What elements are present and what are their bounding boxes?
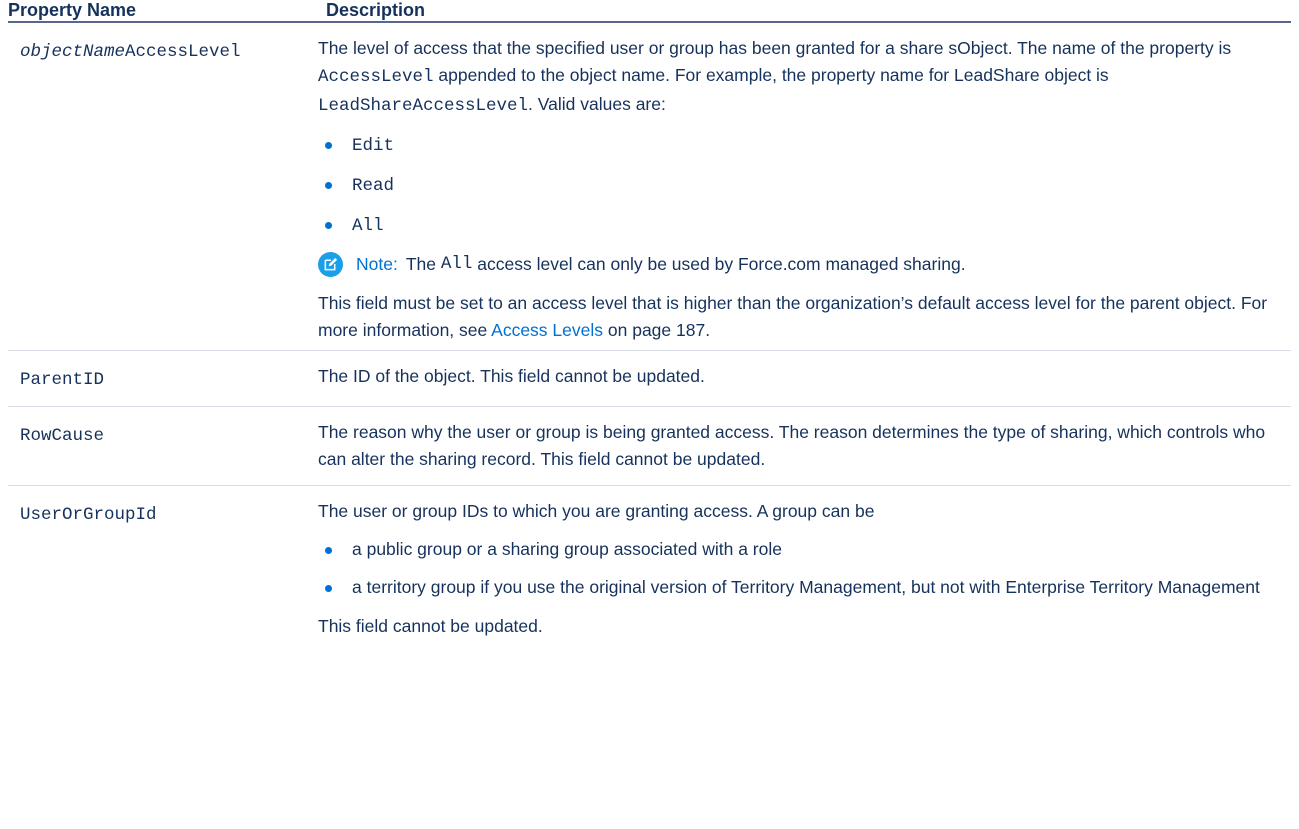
inline-code: LeadShareAccessLevel [318,96,529,116]
desc-text: The level of access that the specified u… [318,38,1232,58]
header-property-name: Property Name [8,0,312,23]
property-name: ParentID [20,370,105,390]
property-name: RowCause [20,426,105,446]
description-cell: The user or group IDs to which you are g… [312,486,1291,653]
table-header-row: Property Name Description [8,0,1291,23]
desc-text: . Valid values are: [528,94,666,114]
value-code: All [352,216,384,236]
description-paragraph: The level of access that the specified u… [318,35,1291,120]
value-code: Read [352,176,395,196]
description-cell: The ID of the object. This field cannot … [312,350,1291,407]
table-row: RowCause The reason why the user or grou… [8,406,1291,486]
property-name-cell: objectNameAccessLevel [8,22,312,351]
property-name: UserOrGroupId [20,505,157,525]
property-name-cell: RowCause [8,406,312,486]
note-text: The [405,254,436,274]
group-types-list: a public group or a sharing group associ… [318,536,1291,601]
inline-code: All [440,254,473,274]
property-name-italic: objectName [20,42,126,62]
note-callout: Note: The All access level can only be u… [318,251,1291,278]
header-description: Description [312,0,1291,23]
list-item: a public group or a sharing group associ… [318,536,1291,563]
table-row: UserOrGroupId The user or group IDs to w… [8,486,1291,653]
property-name-cell: ParentID [8,350,312,407]
property-table: Property Name Description objectNameAcce… [8,0,1291,652]
list-item: Edit [318,131,1291,160]
list-item: a territory group if you use the origina… [318,574,1291,601]
description-cell: The reason why the user or group is bein… [312,406,1291,486]
description-paragraph: The reason why the user or group is bein… [318,422,1266,469]
property-name-suffix: AccessLevel [125,42,241,62]
description-paragraph: This field must be set to an access leve… [318,290,1291,344]
note-label: Note: [356,254,398,274]
description-paragraph: The ID of the object. This field cannot … [318,366,705,386]
table-row: objectNameAccessLevel The level of acces… [8,22,1291,351]
edit-pencil-icon [318,252,343,277]
desc-text: appended to the object name. For example… [438,65,1109,85]
list-item: All [318,211,1291,240]
valid-values-list: Edit Read All [318,131,1291,240]
list-item: Read [318,171,1291,200]
description-paragraph: The user or group IDs to which you are g… [318,501,875,521]
access-levels-link[interactable]: Access Levels [491,320,603,340]
property-name-cell: UserOrGroupId [8,486,312,653]
description-cell: The level of access that the specified u… [312,22,1291,351]
desc-text: on page 187. [607,320,711,340]
note-text: access level can only be used by Force.c… [477,254,966,274]
value-code: Edit [352,136,395,156]
desc-text: This field must be set to an access leve… [318,293,1268,340]
description-paragraph: This field cannot be updated. [318,616,543,636]
table-row: ParentID The ID of the object. This fiel… [8,350,1291,407]
inline-code: AccessLevel [318,67,434,87]
